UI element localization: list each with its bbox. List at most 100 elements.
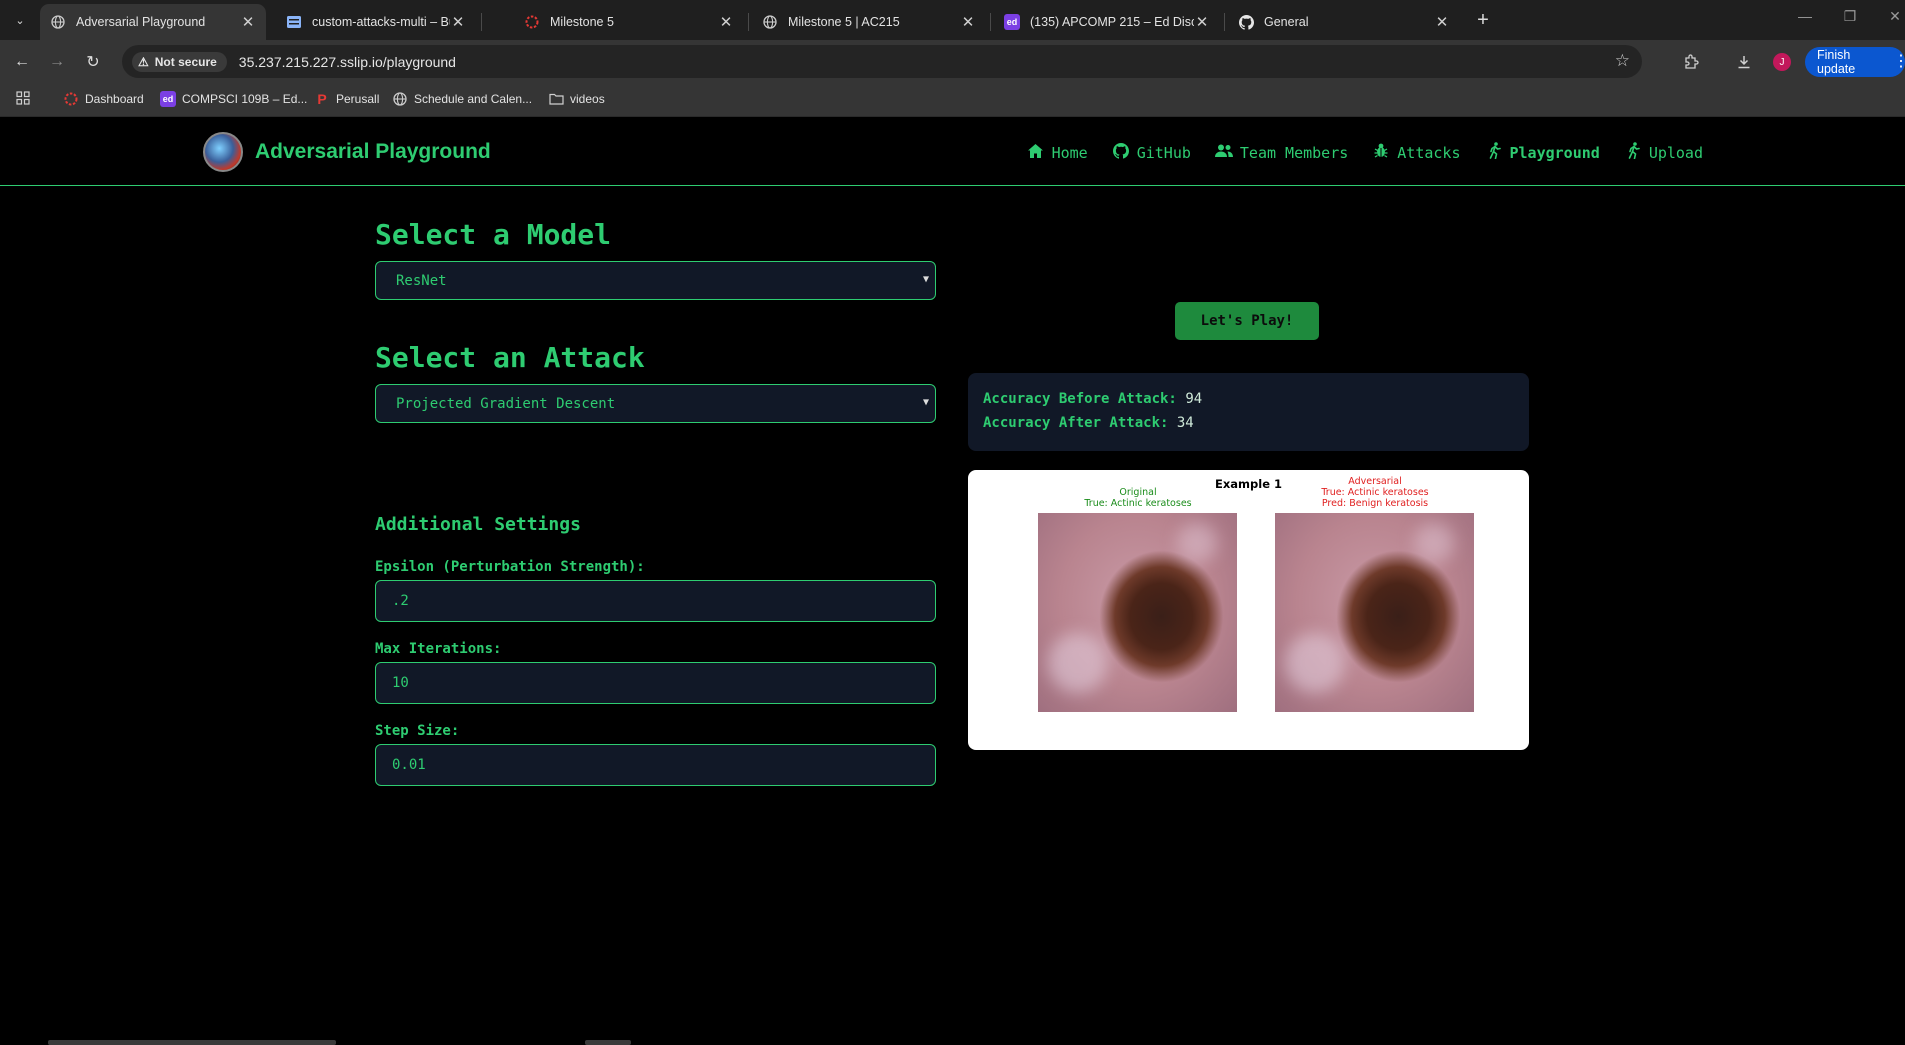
tab-general[interactable]: General ✕	[1228, 4, 1460, 40]
site-brand[interactable]: Adversarial Playground	[255, 140, 491, 164]
url-text[interactable]: 35.237.215.227.sslip.io/playground	[239, 54, 456, 70]
tab-title: custom-attacks-multi – Bucket d	[312, 15, 450, 29]
tab-title: (135) APCOMP 215 – Ed Discuss	[1030, 15, 1194, 29]
minimize-icon[interactable]: —	[1790, 8, 1820, 24]
lets-play-button[interactable]: Let's Play!	[1175, 302, 1319, 340]
adversarial-caption-block: Adversarial True: Actinic keratoses Pred…	[1275, 476, 1475, 509]
globe-icon	[762, 14, 778, 30]
horizontal-scrollbar[interactable]	[48, 1040, 336, 1045]
reload-icon[interactable]: ↻	[82, 51, 104, 73]
address-bar[interactable]: ⚠ Not secure 35.237.215.227.sslip.io/pla…	[122, 45, 1642, 78]
model-heading: Select a Model	[375, 218, 612, 251]
site-logo[interactable]	[203, 132, 243, 172]
tab-search-button[interactable]: ⌄	[7, 8, 33, 32]
bookmark-videos-folder[interactable]: videos	[548, 91, 605, 107]
bookmarks-bar: Dashboard ed COMPSCI 109B – Ed... P Peru…	[0, 83, 1905, 117]
nav-label: Playground	[1509, 143, 1600, 162]
accuracy-after: Accuracy After Attack: 34	[983, 411, 1514, 435]
original-skin-image	[1038, 513, 1237, 712]
tab-divider	[1224, 13, 1225, 31]
ed-icon: ed	[1004, 14, 1020, 30]
nav-attacks[interactable]: Attacks	[1372, 142, 1461, 163]
bookmark-label: Perusall	[336, 92, 380, 106]
forward-arrow-icon[interactable]: →	[46, 51, 68, 73]
bookmark-label: Dashboard	[85, 92, 144, 106]
accuracy-after-value: 34	[1176, 415, 1194, 431]
browser-menu-icon[interactable]: ⋮	[1893, 51, 1905, 71]
step-size-input[interactable]: 0.01	[375, 744, 936, 786]
canvas-icon	[524, 14, 540, 30]
tab-divider	[481, 13, 482, 31]
attack-select[interactable]: Projected Gradient Descent ▼	[375, 384, 936, 423]
bookmark-compsci-109b[interactable]: ed COMPSCI 109B – Ed...	[160, 91, 307, 107]
nav-label: GitHub	[1136, 143, 1191, 162]
close-tab-icon[interactable]: ✕	[1194, 13, 1210, 31]
extensions-icon[interactable]	[1679, 50, 1703, 74]
tab-title: Milestone 5	[550, 15, 614, 29]
close-tab-icon[interactable]: ✕	[960, 13, 976, 31]
close-window-icon[interactable]: ✕	[1880, 8, 1905, 25]
nav-links: Home GitHub Team Members Attacks Playgro…	[1027, 142, 1703, 163]
accuracy-before-label: Accuracy Before Attack:	[983, 391, 1177, 407]
restore-icon[interactable]: ❐	[1835, 8, 1865, 25]
page-content: Adversarial Playground Home GitHub Team …	[0, 118, 1905, 1045]
download-icon[interactable]	[1732, 50, 1756, 74]
bookmark-star-icon[interactable]: ☆	[1615, 51, 1630, 71]
chevron-down-icon: ▼	[922, 397, 929, 408]
bookmark-perusall[interactable]: P Perusall	[314, 91, 379, 107]
original-true-label: True: Actinic keratoses	[1084, 498, 1192, 509]
model-select[interactable]: ResNet ▼	[375, 261, 936, 300]
nav-label: Upload	[1648, 143, 1703, 162]
additional-settings-heading: Additional Settings	[375, 514, 581, 535]
attack-heading: Select an Attack	[375, 341, 645, 374]
attack-select-value: Projected Gradient Descent	[396, 395, 616, 412]
tab-adversarial-playground[interactable]: Adversarial Playground ✕	[40, 4, 266, 40]
profile-avatar[interactable]: J	[1773, 53, 1791, 71]
epsilon-input[interactable]: .2	[375, 580, 936, 622]
nav-label: Home	[1051, 143, 1088, 162]
tab-title: General	[1264, 15, 1309, 29]
canvas-icon	[63, 91, 79, 107]
bucket-icon	[286, 14, 302, 30]
accuracy-panel: Accuracy Before Attack: 94 Accuracy Afte…	[968, 373, 1529, 451]
original-caption-block: Original True: Actinic keratoses	[1038, 487, 1238, 509]
finish-update-button[interactable]: Finish update	[1805, 47, 1905, 77]
max-iterations-label: Max Iterations:	[375, 641, 502, 657]
security-chip[interactable]: ⚠ Not secure	[132, 51, 227, 72]
nav-playground[interactable]: Playground	[1485, 142, 1600, 163]
tab-title: Milestone 5 | AC215	[788, 15, 900, 29]
new-tab-button[interactable]: +	[1470, 8, 1496, 32]
ed-icon: ed	[160, 91, 176, 107]
apps-grid-icon[interactable]	[16, 91, 30, 105]
nav-github[interactable]: GitHub	[1112, 142, 1191, 163]
bookmark-label: COMPSCI 109B – Ed...	[182, 92, 308, 106]
nav-home[interactable]: Home	[1027, 142, 1088, 163]
horizontal-scrollbar-thumb[interactable]	[585, 1040, 631, 1045]
bug-icon	[1372, 143, 1390, 162]
close-tab-icon[interactable]: ✕	[450, 13, 466, 31]
example-result-card: Example 1 Original True: Actinic keratos…	[968, 470, 1529, 750]
bookmark-schedule[interactable]: Schedule and Calen...	[392, 91, 532, 107]
accuracy-before-value: 94	[1185, 391, 1203, 407]
close-tab-icon[interactable]: ✕	[1434, 13, 1450, 31]
home-icon	[1027, 143, 1045, 162]
bookmark-dashboard[interactable]: Dashboard	[63, 91, 144, 107]
tab-ed-discuss[interactable]: ed (135) APCOMP 215 – Ed Discuss ✕	[994, 4, 1220, 40]
running-icon	[1485, 142, 1503, 163]
tab-milestone-5-ac215[interactable]: Milestone 5 | AC215 ✕	[752, 4, 986, 40]
tab-milestone-5[interactable]: Milestone 5 ✕	[514, 4, 744, 40]
chevron-down-icon: ▼	[922, 274, 929, 285]
tab-bucket[interactable]: custom-attacks-multi – Bucket d ✕	[276, 4, 476, 40]
nav-label: Team Members	[1239, 143, 1349, 162]
running-icon	[1624, 142, 1642, 163]
globe-icon	[392, 91, 408, 107]
perusall-icon: P	[317, 91, 327, 107]
back-arrow-icon[interactable]: ←	[11, 51, 33, 73]
nav-team-members[interactable]: Team Members	[1214, 142, 1349, 163]
accuracy-after-label: Accuracy After Attack:	[983, 415, 1169, 431]
close-tab-icon[interactable]: ✕	[718, 13, 734, 31]
github-icon	[1238, 14, 1254, 30]
nav-upload[interactable]: Upload	[1624, 142, 1703, 163]
close-tab-icon[interactable]: ✕	[240, 13, 256, 31]
max-iterations-input[interactable]: 10	[375, 662, 936, 704]
